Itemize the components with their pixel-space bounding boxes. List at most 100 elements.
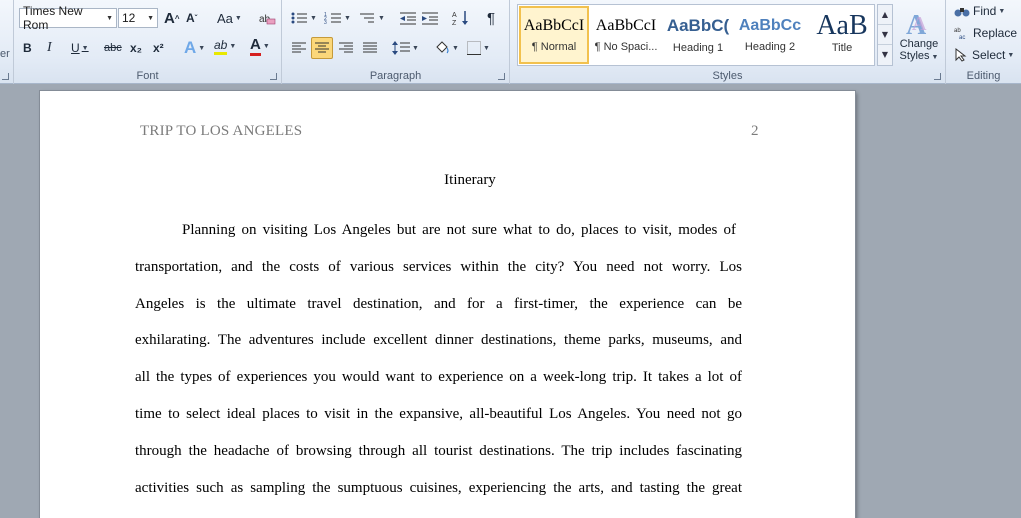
superscript-button[interactable]: x² [153, 38, 164, 58]
font-size-combo[interactable]: 12 ▼ [118, 8, 158, 28]
align-left-button[interactable] [292, 38, 306, 58]
binoculars-icon [954, 8, 970, 17]
svg-text:3: 3 [324, 20, 327, 25]
paragraph-group: ▼ 1 2 3 ▼ ▼ AZ ¶ ▼ ▼ ▼ Paragraph [282, 0, 510, 84]
justify-button[interactable] [363, 38, 377, 58]
body-line[interactable]: transportation, and the costs of various… [135, 259, 742, 276]
change-styles-label-2: Styles ▼ [899, 50, 939, 62]
style-preview: AaBbC( [666, 16, 730, 35]
find-button[interactable]: Find ▼ [954, 1, 1005, 21]
highlighter-icon: ab [214, 38, 228, 55]
grow-font-button[interactable]: A ^ [164, 8, 180, 28]
shrink-font-button[interactable]: Aˇ [186, 8, 197, 28]
italic-button[interactable]: I [47, 38, 52, 58]
chevron-down-icon: ▼ [483, 44, 490, 52]
replace-button[interactable]: ab ac Replace [954, 23, 1017, 43]
styles-gallery-scroller[interactable]: ▲ ▼ ▼ [877, 4, 893, 66]
style-title[interactable]: AaB Title [807, 6, 877, 64]
chevron-down-icon: ▼ [234, 14, 242, 22]
document-page[interactable]: TRIP TO LOS ANGELES 2 Itinerary Planning… [40, 91, 855, 518]
increase-indent-button[interactable] [421, 8, 439, 28]
body-line[interactable]: time to select ideal places to visit in … [135, 406, 742, 423]
justify-icon [363, 42, 377, 53]
chevron-down-icon: ▼ [198, 44, 206, 52]
font-name-combo[interactable]: Times New Rom ▼ [19, 4, 117, 32]
clipboard-launcher[interactable] [2, 73, 9, 80]
clear-formatting-button[interactable]: ab [257, 8, 277, 28]
page-number: 2 [751, 123, 759, 139]
align-right-button[interactable] [339, 38, 353, 58]
change-case-button[interactable]: Aa ▼ [217, 8, 242, 28]
select-button[interactable]: Select ▼ [954, 45, 1014, 65]
caret-up-icon: ^ [174, 13, 180, 23]
body-line[interactable]: activities such as sampling the sumptuou… [135, 480, 742, 497]
chevron-down-icon[interactable]: ▼ [147, 15, 154, 22]
select-label: Select [972, 48, 1006, 62]
style-preview: AaBbCcI [523, 17, 585, 34]
font-group-label: Font [136, 70, 159, 82]
paint-bucket-icon [436, 41, 449, 54]
multilevel-list-button[interactable]: ▼ [358, 8, 385, 28]
styles-dialog-launcher[interactable] [934, 73, 941, 80]
body-line[interactable]: exhilarating. The adventures include exc… [135, 332, 742, 349]
paragraph-dialog-launcher[interactable] [498, 73, 505, 80]
underline-icon: U [71, 41, 80, 55]
shading-button[interactable]: ▼ [434, 38, 459, 58]
body-line[interactable]: Angeles is the ultimate travel destinati… [135, 296, 742, 313]
style-no-spacing[interactable]: AaBbCcI ¶ No Spaci... [591, 6, 661, 64]
chevron-down-icon: ▼ [81, 44, 89, 52]
svg-text:Z: Z [452, 20, 457, 26]
highlight-button[interactable]: ab ▼ [214, 36, 236, 56]
body-line[interactable]: all the types of experiences you would w… [135, 369, 742, 386]
chevron-down-icon[interactable]: ▼ [106, 15, 113, 22]
bold-button[interactable]: B [23, 38, 32, 58]
clipboard-group: er [0, 0, 14, 84]
page-header[interactable]: TRIP TO LOS ANGELES [140, 123, 302, 140]
body-line[interactable]: Planning on visiting Los Angeles but are… [182, 222, 736, 239]
font-color-button[interactable]: A ▼ [250, 36, 270, 56]
grow-font-icon: A [164, 9, 175, 27]
chevron-down-icon: ▼ [229, 42, 237, 50]
editing-group: Find ▼ ab ac Replace Select ▼ Editing [946, 0, 1021, 84]
document-title[interactable]: Itinerary [40, 172, 900, 189]
decrease-indent-icon [400, 12, 416, 25]
sort-button[interactable]: AZ [452, 8, 470, 28]
align-center-button[interactable] [311, 37, 333, 59]
subscript-button[interactable]: x₂ [130, 38, 142, 58]
font-size-value: 12 [122, 11, 136, 25]
show-formatting-button[interactable]: ¶ [487, 8, 495, 28]
gallery-up-icon[interactable]: ▲ [878, 5, 892, 25]
numbering-button[interactable]: 1 2 3 ▼ [324, 8, 351, 28]
borders-button[interactable]: ▼ [467, 38, 490, 58]
borders-icon [467, 41, 481, 55]
decrease-indent-button[interactable] [399, 8, 417, 28]
chevron-down-icon: ▼ [310, 14, 317, 22]
svg-text:ac: ac [959, 35, 965, 40]
change-styles-button[interactable]: A A Change Styles ▼ [896, 4, 942, 66]
body-line[interactable]: through the headache of browsing through… [135, 443, 742, 460]
line-spacing-button[interactable]: ▼ [392, 38, 419, 58]
strikethrough-button[interactable]: abc [104, 38, 122, 58]
svg-text:ab: ab [954, 28, 961, 34]
find-label: Find [973, 4, 997, 18]
text-effects-button[interactable]: A ▼ [184, 38, 205, 58]
ribbon: er Times New Rom ▼ 12 ▼ A ^ Aˇ Aa ▼ ab B I… [0, 0, 1021, 84]
text-effects-icon: A [184, 38, 197, 57]
gallery-more-icon[interactable]: ▼ [878, 45, 892, 65]
chevron-down-icon: ▼ [998, 7, 1006, 15]
style-normal[interactable]: AaBbCcI ¶ Normal [519, 6, 589, 64]
font-dialog-launcher[interactable] [270, 73, 277, 80]
shrink-font-icon: A [186, 11, 195, 25]
underline-button[interactable]: U ▼ [71, 38, 89, 58]
increase-indent-icon [422, 12, 438, 25]
style-heading-1[interactable]: AaBbC( Heading 1 [663, 6, 733, 64]
change-styles-label-1: Change [899, 38, 939, 50]
style-heading-2[interactable]: AaBbCc Heading 2 [735, 6, 805, 64]
align-right-icon [339, 42, 353, 53]
chevron-down-icon: ▼ [412, 44, 419, 52]
font-color-icon: A [250, 36, 261, 56]
styles-group-label: Styles [712, 70, 743, 82]
bullets-button[interactable]: ▼ [290, 8, 317, 28]
gallery-down-icon[interactable]: ▼ [878, 25, 892, 45]
svg-text:A: A [912, 13, 927, 35]
